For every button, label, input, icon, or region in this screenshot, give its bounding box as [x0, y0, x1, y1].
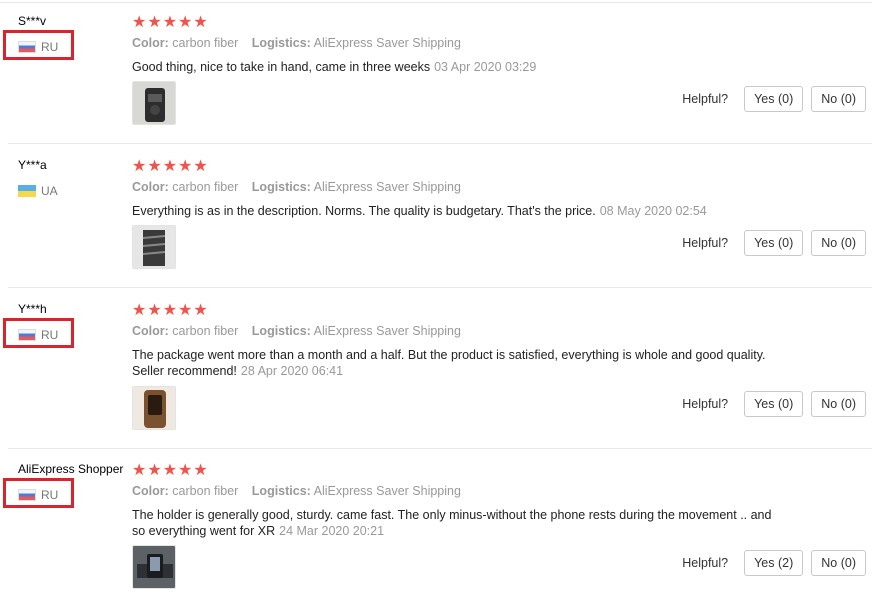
review-date: 28 Apr 2020 06:41	[240, 364, 344, 378]
mount-closeup-photo	[133, 387, 175, 429]
color-value: carbon fiber	[172, 484, 239, 498]
review-photo-thumbnail[interactable]	[132, 545, 176, 589]
color-value: carbon fiber	[172, 180, 239, 194]
helpful-no-button[interactable]: No (0)	[811, 391, 866, 417]
logistics-value: AliExpress Saver Shipping	[313, 324, 461, 338]
color-label: Color:	[132, 484, 169, 498]
star-icon: ★	[132, 158, 147, 175]
highlight-box	[3, 478, 74, 508]
review-item: S***v RU ★★★★★ Color: carbon fiber Logis…	[0, 14, 872, 144]
logistics-value: AliExpress Saver Shipping	[313, 180, 461, 194]
star-icon: ★	[162, 158, 178, 175]
logistics-label: Logistics:	[251, 36, 311, 50]
color-label: Color:	[132, 180, 169, 194]
star-icon: ★	[178, 14, 193, 31]
helpful-section: Helpful? Yes (2) No (0)	[682, 550, 866, 576]
star-icon: ★	[162, 462, 178, 479]
helpful-section: Helpful? Yes (0) No (0)	[682, 391, 866, 417]
helpful-section: Helpful? Yes (0) No (0)	[682, 86, 866, 112]
divider	[8, 448, 872, 449]
star-icon: ★	[147, 14, 162, 31]
color-label: Color:	[132, 36, 169, 50]
helpful-yes-button[interactable]: Yes (0)	[744, 391, 804, 417]
review-item: Y***h RU ★★★★★ Color: carbon fiber Logis…	[0, 302, 872, 449]
helpful-no-button[interactable]: No (0)	[811, 86, 866, 112]
reviewer-name: Y***h	[18, 302, 47, 316]
star-icon: ★	[132, 14, 147, 31]
review-item: AliExpress Shopper RU ★★★★★ Color: carbo…	[0, 462, 872, 597]
star-icon: ★	[193, 462, 208, 479]
review-attributes: Color: carbon fiber Logistics: AliExpres…	[132, 484, 461, 498]
helpful-label: Helpful?	[682, 556, 729, 570]
star-icon: ★	[178, 302, 193, 319]
star-icon: ★	[193, 302, 208, 319]
logistics-label: Logistics:	[251, 324, 311, 338]
logistics-value: AliExpress Saver Shipping	[313, 484, 461, 498]
review-photo-thumbnail[interactable]	[132, 386, 176, 430]
color-label: Color:	[132, 324, 169, 338]
vent-mount-photo	[133, 226, 175, 268]
review-date: 24 Mar 2020 20:21	[279, 524, 385, 538]
review-attributes: Color: carbon fiber Logistics: AliExpres…	[132, 180, 461, 194]
reviewer-name: Y***a	[18, 158, 47, 172]
color-value: carbon fiber	[172, 324, 239, 338]
divider	[8, 287, 872, 288]
review-photo-thumbnail[interactable]	[132, 225, 176, 269]
helpful-label: Helpful?	[682, 92, 729, 106]
helpful-no-button[interactable]: No (0)	[811, 230, 866, 256]
reviewer-name: AliExpress Shopper	[18, 462, 124, 476]
helpful-yes-button[interactable]: Yes (2)	[744, 550, 804, 576]
helpful-section: Helpful? Yes (0) No (0)	[682, 230, 866, 256]
star-icon: ★	[132, 462, 147, 479]
star-icon: ★	[162, 302, 178, 319]
car-interior-photo	[133, 546, 175, 588]
star-icon: ★	[178, 462, 193, 479]
review-item: Y***a UA ★★★★★ Color: carbon fiber Logis…	[0, 158, 872, 288]
highlight-box	[3, 318, 74, 348]
reviews-list: S***v RU ★★★★★ Color: carbon fiber Logis…	[0, 0, 878, 597]
divider	[8, 143, 872, 144]
review-body: The package went more than a month and a…	[132, 348, 766, 378]
star-icon: ★	[178, 158, 193, 175]
review-text: The package went more than a month and a…	[132, 347, 782, 379]
review-body: The holder is generally good, sturdy. ca…	[132, 508, 772, 538]
highlight-box	[3, 30, 74, 60]
star-icon: ★	[147, 158, 162, 175]
flag-icon	[18, 185, 36, 197]
review-date: 08 May 2020 02:54	[599, 204, 707, 218]
star-icon: ★	[132, 302, 147, 319]
star-rating: ★★★★★	[132, 156, 209, 176]
reviewer-country: UA	[18, 184, 58, 198]
helpful-yes-button[interactable]: Yes (0)	[744, 86, 804, 112]
star-icon: ★	[193, 158, 208, 175]
logistics-label: Logistics:	[251, 484, 311, 498]
review-photo-thumbnail[interactable]	[132, 81, 176, 125]
review-text: The holder is generally good, sturdy. ca…	[132, 507, 782, 539]
helpful-label: Helpful?	[682, 236, 729, 250]
color-value: carbon fiber	[172, 36, 239, 50]
review-text: Everything is as in the description. Nor…	[132, 203, 782, 219]
star-icon: ★	[147, 302, 162, 319]
logistics-value: AliExpress Saver Shipping	[313, 36, 461, 50]
star-rating: ★★★★★	[132, 460, 209, 480]
star-icon: ★	[147, 462, 162, 479]
helpful-label: Helpful?	[682, 397, 729, 411]
review-attributes: Color: carbon fiber Logistics: AliExpres…	[132, 324, 461, 338]
logistics-label: Logistics:	[251, 180, 311, 194]
divider	[0, 2, 872, 3]
star-icon: ★	[162, 14, 178, 31]
review-body: Good thing, nice to take in hand, came i…	[132, 60, 431, 74]
phone-holder-photo	[133, 82, 175, 124]
reviewer-name: S***v	[18, 14, 47, 28]
star-rating: ★★★★★	[132, 300, 209, 320]
review-date: 03 Apr 2020 03:29	[434, 60, 537, 74]
helpful-no-button[interactable]: No (0)	[811, 550, 866, 576]
helpful-yes-button[interactable]: Yes (0)	[744, 230, 804, 256]
review-attributes: Color: carbon fiber Logistics: AliExpres…	[132, 36, 461, 50]
star-rating: ★★★★★	[132, 12, 209, 32]
review-text: Good thing, nice to take in hand, came i…	[132, 59, 782, 75]
star-icon: ★	[193, 14, 208, 31]
review-body: Everything is as in the description. Nor…	[132, 204, 596, 218]
country-code: UA	[41, 184, 58, 198]
